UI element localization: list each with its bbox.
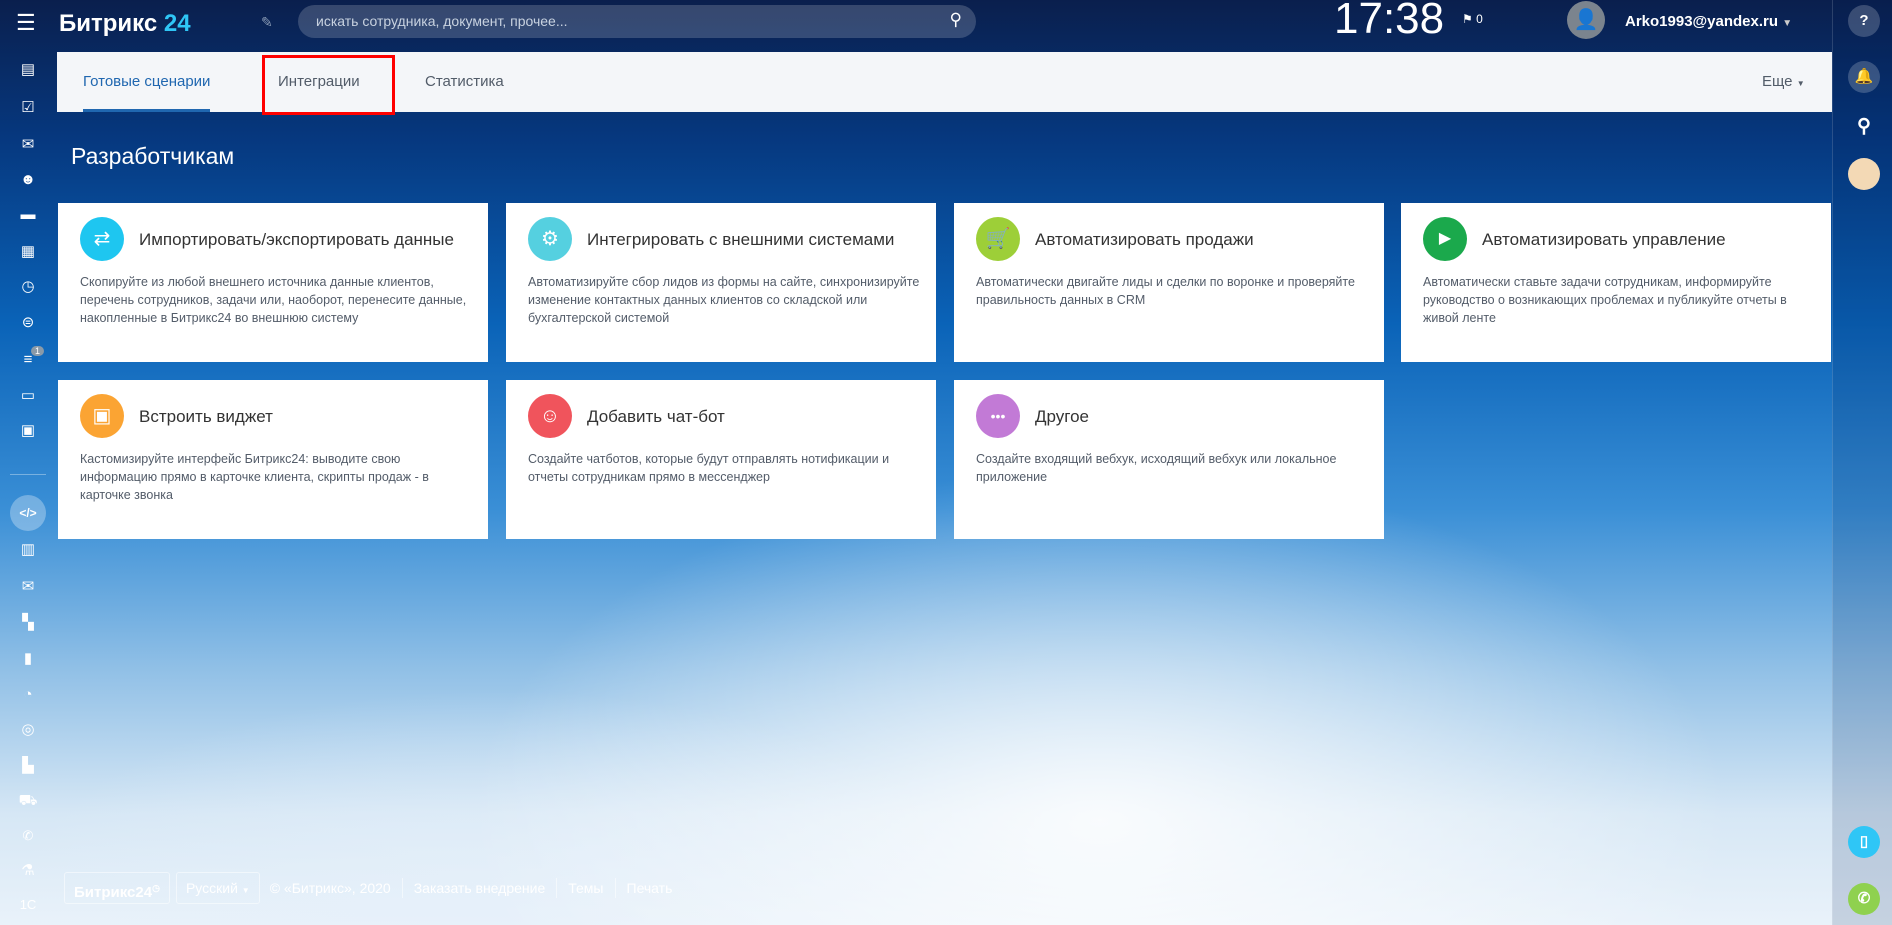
footer: Битрикс24◷ Русский ▼ © «Битрикс», 2020 З… — [64, 872, 672, 904]
chart-icon[interactable]: ▮ — [16, 647, 40, 671]
more-dropdown[interactable]: Еще ▼ — [1762, 52, 1805, 112]
clock-icon[interactable]: ◷ — [16, 275, 40, 299]
card-description: Автоматически двигайте лиды и сделки по … — [976, 275, 1355, 307]
user-name: Arko1993@yandex.ru — [1625, 13, 1779, 30]
card-title: Интегрировать с внешними системами — [587, 229, 895, 249]
assistant-avatar[interactable] — [1848, 158, 1880, 190]
robot-icon[interactable]: ⊜ — [16, 311, 40, 335]
left-sidebar: ▤ ☑ ✉ ☻ ▬ ▦ ◷ ⊜ ≡ ▭ ▣ </> ▥ ✉ ▚ ▮ ◔ ◎ ▙ ⛟ ✆ ⚗ 1C 1 — [0, 52, 57, 925]
themes-link[interactable]: Темы — [568, 880, 603, 896]
mail-icon[interactable]: ✉ — [16, 575, 40, 599]
cart-icon: 🛒 — [976, 217, 1020, 261]
apps-icon[interactable]: ▚ — [16, 611, 40, 635]
divider — [401, 878, 403, 898]
1c-icon[interactable]: 1C — [16, 893, 40, 917]
card-title: Встроить виджет — [139, 406, 273, 426]
search-icon[interactable]: ⚲ — [1848, 111, 1880, 143]
scenario-card[interactable]: ⚙ Интегрировать с внешними системами Автом… — [506, 203, 936, 362]
card-title: Автоматизировать продажи — [1035, 229, 1254, 249]
divider — [614, 878, 616, 898]
logo[interactable]: Битрикс 24 — [59, 10, 191, 38]
phone-icon[interactable]: ✆ — [16, 824, 40, 848]
phone-icon[interactable]: ✆ — [1848, 883, 1880, 915]
developer-icon[interactable]: </> — [10, 495, 46, 531]
more-label: Еще — [1762, 73, 1793, 90]
timeman-icon[interactable]: ◔ — [16, 683, 40, 707]
card-title: Импортировать/экспортировать данные — [139, 229, 454, 249]
clock-icon: ◷ — [152, 883, 160, 893]
flag-counter[interactable]: ⚑ 0 — [1462, 12, 1483, 26]
flag-count: 0 — [1476, 12, 1483, 26]
menu-icon[interactable]: ☰ — [16, 10, 36, 36]
card-title: Добавить чат-бот — [587, 406, 725, 426]
card-description: Кастомизируйте интерфейс Битрикс24: выво… — [80, 452, 429, 502]
help-icon[interactable]: ? — [1848, 5, 1880, 37]
user-menu[interactable]: Arko1993@yandex.ru ▼ — [1625, 13, 1792, 30]
top-bar: ☰ Битрикс 24 ✎ искать сотрудника, докуме… — [0, 0, 1832, 52]
tab-ready-scenarios[interactable]: Готовые сценарии — [83, 52, 211, 112]
chevron-down-icon: ▼ — [1796, 79, 1805, 88]
footer-logo[interactable]: Битрикс24◷ — [64, 872, 170, 904]
feed-icon[interactable]: ▤ — [16, 58, 40, 82]
widget-icon: ▣ — [80, 394, 124, 438]
card-description: Автоматизируйте сбор лидов из формы на с… — [528, 275, 920, 325]
card-description: Создайте входящий вебхук, исходящий вебх… — [976, 452, 1337, 484]
card-title: Автоматизировать управление — [1482, 229, 1726, 249]
lab-icon[interactable]: ⚗ — [16, 859, 40, 883]
target-icon[interactable]: ◎ — [16, 718, 40, 742]
book-icon[interactable]: ▥ — [16, 538, 40, 562]
search-icon[interactable]: ⚲ — [950, 10, 962, 30]
chevron-down-icon: ▼ — [241, 886, 250, 895]
bot-icon: ☺ — [528, 394, 572, 438]
mobile-icon[interactable]: ▯ — [1848, 826, 1880, 858]
cart-icon[interactable]: ⛟ — [16, 789, 40, 813]
scenario-card[interactable]: ☺ Добавить чат-бот Создайте чатботов, кото… — [506, 380, 936, 539]
group-icon[interactable]: ☻ — [16, 168, 40, 192]
exchange-icon: ⇄ — [80, 217, 124, 261]
logo-number: 24 — [163, 10, 191, 37]
language-select[interactable]: Русский ▼ — [175, 872, 260, 904]
search-placeholder: искать сотрудника, документ, прочее... — [316, 13, 568, 29]
footer-logo-text: Битрикс24 — [74, 884, 153, 901]
avatar[interactable]: 👤 — [1567, 1, 1605, 39]
scenario-card[interactable]: 🛒 Автоматизировать продажи Автоматически д… — [954, 203, 1384, 362]
highlight-box — [262, 55, 395, 115]
play-icon: ▶ — [1423, 217, 1467, 261]
logo-text: Битрикс — [59, 10, 158, 37]
order-implementation-link[interactable]: Заказать внедрение — [414, 880, 546, 896]
language-value: Русский — [185, 880, 238, 896]
card-description: Автоматически ставьте задачи сотрудникам… — [1423, 275, 1787, 325]
card-description: Создайте чатботов, которые будут отправл… — [528, 452, 890, 484]
clock: 17:38 — [1334, 0, 1445, 43]
tab-bar: Готовые сценарии Интеграции Статистика Е… — [57, 52, 1832, 115]
window-icon[interactable]: ▭ — [16, 384, 40, 408]
scenario-card[interactable]: ▣ Встроить виджет Кастомизируйте интерфейс… — [58, 380, 488, 539]
scenario-card[interactable]: ••• Другое Создайте входящий вебхук, исход… — [954, 380, 1384, 539]
print-link[interactable]: Печать — [627, 880, 673, 896]
tab-statistics[interactable]: Статистика — [425, 52, 504, 112]
scenario-card[interactable]: ▶ Автоматизировать управление Автоматическ… — [1401, 203, 1831, 362]
filter-badge: 1 — [31, 346, 45, 356]
chat-icon[interactable]: ✉ — [16, 133, 40, 157]
cash-register-icon[interactable]: ▙ — [16, 754, 40, 778]
bell-icon[interactable]: 🔔 — [1848, 61, 1880, 93]
gears-icon: ⚙ — [528, 217, 572, 261]
card-title: Другое — [1035, 406, 1090, 426]
edit-icon[interactable]: ✎ — [261, 14, 273, 31]
scenario-card[interactable]: ⇄ Импортировать/экспортировать данные Скоп… — [58, 203, 488, 362]
more-icon: ••• — [976, 394, 1020, 438]
right-panel: ? 🔔 ⚲ ▯ ✆ — [1832, 0, 1892, 925]
page-title: Разработчикам — [71, 143, 235, 169]
copyright: © «Битрикс», 2020 — [269, 880, 391, 896]
chevron-down-icon: ▼ — [1782, 18, 1793, 29]
search-input[interactable]: искать сотрудника, документ, прочее... ⚲ — [298, 5, 976, 38]
card-description: Скопируйте из любой внешнего источника д… — [80, 275, 467, 325]
contact-card-icon[interactable]: ▣ — [16, 419, 40, 443]
drive-icon[interactable]: ▬ — [16, 203, 40, 227]
tasks-icon[interactable]: ☑ — [16, 96, 40, 120]
divider — [10, 474, 46, 475]
calendar-icon[interactable]: ▦ — [16, 240, 40, 264]
divider — [556, 878, 558, 898]
